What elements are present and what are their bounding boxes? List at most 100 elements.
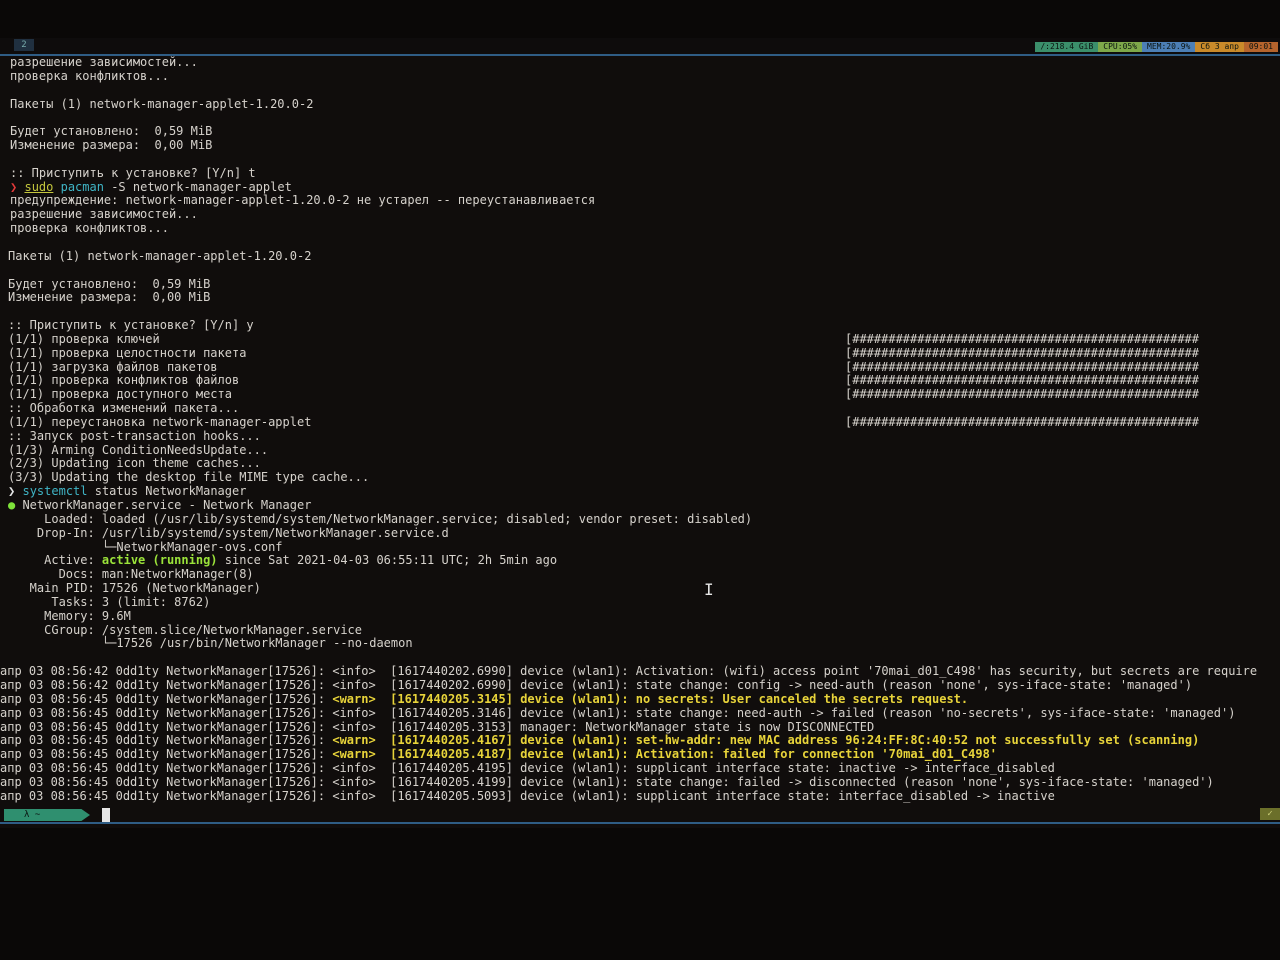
terminal-line: Loaded: loaded (/usr/lib/systemd/system/… bbox=[0, 511, 1280, 527]
line-text: :: Приступить к установке? [Y/n] t bbox=[10, 165, 256, 180]
line-text: (2/3) Updating icon theme caches... bbox=[8, 456, 261, 471]
line-text: Main PID: 17526 (NetworkManager) bbox=[8, 581, 261, 596]
terminal-line: Пакеты (1) network-manager-applet-1.20.0… bbox=[0, 249, 1280, 264]
terminal-line: :: Запуск post-transaction hooks... bbox=[0, 428, 1280, 444]
line-text: (1/1) переустановка network-manager-appl… bbox=[8, 414, 312, 429]
active-state: active (running) bbox=[101, 553, 218, 568]
terminal-line: ❯ systemctl status NetworkManager bbox=[0, 484, 1280, 499]
progress-bar: [#######################################… bbox=[845, 373, 1200, 388]
terminal-line: проверка конфликтов... bbox=[0, 69, 1280, 84]
line-text: Docs: man:NetworkManager(8) bbox=[8, 567, 254, 582]
terminal-line: └─NetworkManager-ovs.conf bbox=[0, 540, 1280, 555]
log-prefix: апр 03 08:56:45 0dd1ty NetworkManager[17… bbox=[0, 788, 391, 803]
log-warn-tag: <warn> bbox=[332, 747, 376, 762]
terminal-output[interactable]: разрешение зависимостей... проверка конфл… bbox=[0, 56, 1280, 812]
line-text: Tasks: 3 (limit: 8762) bbox=[8, 594, 211, 609]
progress-bar: [#######################################… bbox=[845, 387, 1200, 402]
line-text: Пакеты (1) network-manager-applet-1.20.0… bbox=[10, 96, 314, 111]
terminal-line: (1/1) проверка целостности пакета [######… bbox=[0, 345, 1280, 361]
terminal-line: :: Приступить к установке? [Y/n] y bbox=[0, 318, 1280, 333]
command-name: pacman bbox=[60, 179, 104, 194]
progress-bar: [#######################################… bbox=[845, 345, 1200, 360]
log-message: [1617440205.4199] device (wlan1): state … bbox=[390, 774, 1214, 789]
line-text: :: Обработка изменений пакета... bbox=[8, 401, 240, 416]
terminal-line: Drop-In: /usr/lib/systemd/system/Network… bbox=[0, 525, 1280, 541]
terminal-line: Memory: 9.6M bbox=[0, 609, 1280, 624]
terminal-line: :: Обработка изменений пакета... bbox=[0, 401, 1280, 416]
terminal-line: Будет установлено: 0,59 MiB bbox=[0, 124, 1280, 139]
terminal-line: Tasks: 3 (limit: 8762) bbox=[0, 594, 1280, 610]
terminal-line: (1/1) загрузка файлов пакетов [##########… bbox=[0, 360, 1280, 375]
text-cursor bbox=[102, 808, 110, 822]
terminal-line: апр 03 08:56:45 0dd1ty NetworkManager[17… bbox=[0, 719, 1280, 735]
log-warn-tag: <warn> bbox=[332, 733, 376, 748]
command-args: -S network-manager-applet bbox=[103, 179, 292, 194]
log-message: [1617440202.6990] device (wlan1): state … bbox=[390, 677, 1193, 692]
mouse-ibeam-cursor-icon: I bbox=[704, 580, 714, 599]
terminal-line: (1/1) проверка конфликтов файлов [#######… bbox=[0, 373, 1280, 388]
line-text: проверка конфликтов... bbox=[10, 221, 169, 236]
line-text: Изменение размера: 0,00 MiB bbox=[8, 290, 211, 305]
terminal-line: апр 03 08:56:45 0dd1ty NetworkManager[17… bbox=[0, 691, 1280, 707]
line-text: (1/3) Arming ConditionNeedsUpdate... bbox=[8, 442, 269, 457]
terminal-line: (3/3) Updating the desktop file MIME typ… bbox=[0, 470, 1280, 485]
terminal-line: проверка конфликтов... bbox=[0, 221, 1280, 236]
line-text: Loaded: loaded (/usr/lib/systemd/system/… bbox=[8, 511, 753, 526]
line-text: :: Приступить к установке? [Y/n] y bbox=[8, 318, 254, 333]
log-message: [1617440202.6990] device (wlan1): Activa… bbox=[390, 664, 1258, 679]
workspace-indicator[interactable]: 2 bbox=[14, 39, 34, 51]
date-widget: Сб 3 апр bbox=[1195, 42, 1244, 52]
line-text: :: Запуск post-transaction hooks... bbox=[8, 428, 261, 443]
terminal-line: Active: active (running) since Sat 2021-… bbox=[0, 553, 1280, 568]
log-prefix: апр 03 08:56:42 0dd1ty NetworkManager[17… bbox=[0, 677, 391, 692]
terminal-line: Main PID: 17526 (NetworkManager) bbox=[0, 581, 1280, 596]
log-prefix: апр 03 08:56:45 0dd1ty NetworkManager[17… bbox=[0, 733, 333, 748]
log-message: [1617440205.3153] manager: NetworkManage… bbox=[390, 719, 875, 734]
line-text: Drop-In: /usr/lib/systemd/system/Network… bbox=[8, 525, 449, 540]
log-prefix: апр 03 08:56:45 0dd1ty NetworkManager[17… bbox=[0, 747, 333, 762]
status-widgets: /:218.4 GiB CPU:05% MEM:20.9% Сб 3 апр 0… bbox=[1035, 42, 1278, 52]
terminal-line: разрешение зависимостей... bbox=[0, 207, 1280, 222]
progress-bar: [#######################################… bbox=[845, 331, 1200, 346]
line-text: Изменение размера: 0,00 MiB bbox=[10, 138, 213, 153]
line-text: разрешение зависимостей... bbox=[10, 207, 198, 222]
line-text: (1/1) проверка доступного места bbox=[8, 387, 232, 402]
log-message: [1617440205.3146] device (wlan1): state … bbox=[390, 705, 1236, 720]
log-message: [1617440205.5093] device (wlan1): suppli… bbox=[390, 788, 1055, 803]
log-prefix: апр 03 08:56:45 0dd1ty NetworkManager[17… bbox=[0, 691, 333, 706]
terminal-line: апр 03 08:56:42 0dd1ty NetworkManager[17… bbox=[0, 677, 1280, 693]
terminal-line: апр 03 08:56:45 0dd1ty NetworkManager[17… bbox=[0, 705, 1280, 721]
line-text: CGroup: /system.slice/NetworkManager.ser… bbox=[8, 622, 363, 637]
terminal-line: апр 03 08:56:45 0dd1ty NetworkManager[17… bbox=[0, 747, 1280, 762]
terminal-line: разрешение зависимостей... bbox=[0, 56, 1280, 70]
line-text: (1/1) проверка ключей bbox=[8, 331, 160, 346]
terminal-line: предупреждение: network-manager-applet-1… bbox=[0, 194, 1280, 208]
terminal-line: (1/1) проверка доступного места [########… bbox=[0, 387, 1280, 402]
command-sudo: sudo bbox=[24, 179, 54, 194]
shell-prompt-bar[interactable]: λ ~ ✓ bbox=[0, 808, 1280, 824]
line-text: Будет установлено: 0,59 MiB bbox=[10, 124, 213, 139]
line-text: предупреждение: network-manager-applet-1… bbox=[10, 193, 596, 208]
terminal-line: ● NetworkManager.service - Network Manag… bbox=[0, 498, 1280, 513]
disk-widget: /:218.4 GiB bbox=[1035, 42, 1099, 52]
log-prefix: апр 03 08:56:45 0dd1ty NetworkManager[17… bbox=[0, 705, 391, 720]
cpu-widget: CPU:05% bbox=[1098, 42, 1143, 52]
log-prefix: апр 03 08:56:45 0dd1ty NetworkManager[17… bbox=[0, 761, 391, 776]
terminal-line: апр 03 08:56:42 0dd1ty NetworkManager[17… bbox=[0, 664, 1280, 679]
terminal-line: └─17526 /usr/bin/NetworkManager --no-dae… bbox=[0, 637, 1280, 651]
terminal-line: Docs: man:NetworkManager(8) bbox=[0, 567, 1280, 582]
terminal-line: Пакеты (1) network-manager-applet-1.20.0… bbox=[0, 96, 1280, 112]
log-message: [1617440205.4167] device (wlan1): set-hw… bbox=[375, 733, 1200, 748]
clock-widget: 09:01 bbox=[1243, 42, 1278, 52]
terminal-line: (2/3) Updating icon theme caches... bbox=[0, 457, 1280, 471]
log-message: [1617440205.3145] device (wlan1): no sec… bbox=[375, 691, 969, 706]
line-text: └─17526 /usr/bin/NetworkManager --no-dae… bbox=[8, 636, 413, 651]
log-warn-tag: <warn> bbox=[332, 691, 376, 706]
progress-bar: [#######################################… bbox=[845, 414, 1200, 429]
terminal-line: Будет установлено: 0,59 MiB bbox=[0, 277, 1280, 292]
